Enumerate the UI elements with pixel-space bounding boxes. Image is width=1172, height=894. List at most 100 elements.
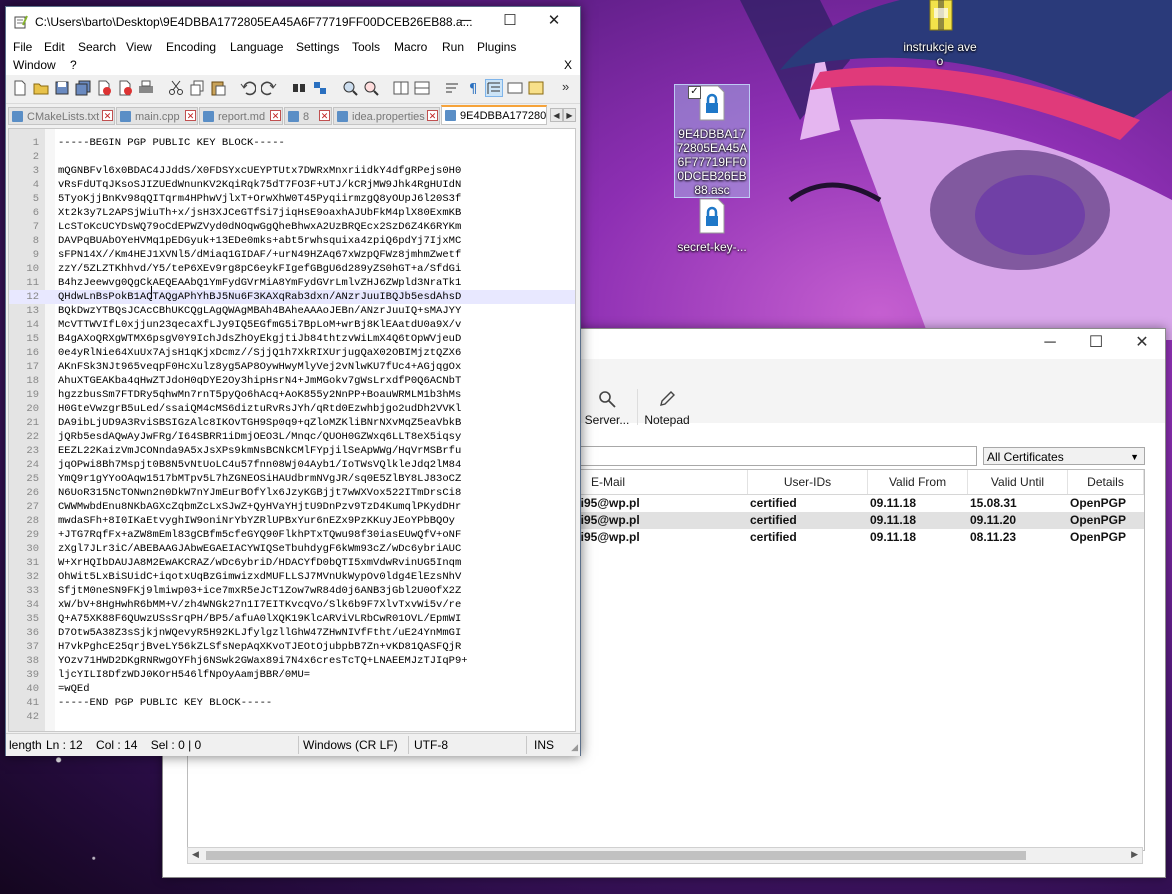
selection-checkbox[interactable]: ✓ xyxy=(688,86,701,99)
column-valid-until[interactable]: Valid Until xyxy=(968,470,1068,494)
editor-line[interactable]: 17 AKnFSk3NJt965veqpF0HcXulz8yg5AP8OywHwy… xyxy=(9,360,575,374)
menu-run[interactable]: Run xyxy=(442,40,464,54)
editor-line[interactable]: 3 mQGNBFvl6x0BDAC4JJddS/X0FDSYxcUEYPTUtx7… xyxy=(9,164,575,178)
menu-view[interactable]: View xyxy=(126,40,152,54)
tab-close-icon[interactable]: ✕ xyxy=(185,110,196,121)
scroll-left-icon[interactable]: ◀ xyxy=(192,849,199,860)
close-file-icon[interactable] xyxy=(96,80,112,96)
menu-file[interactable]: File xyxy=(13,40,32,54)
editor-line[interactable]: 23 EEZL22KaizVmJCONnda9A5xJsXPs9kmNsBCNkC… xyxy=(9,444,575,458)
word-wrap-icon[interactable] xyxy=(444,80,460,96)
menu-plugins[interactable]: Plugins xyxy=(477,40,516,54)
horizontal-scrollbar[interactable]: ◀ ▶ xyxy=(187,847,1143,864)
certificate-filter-select[interactable]: All Certificates ▼ xyxy=(983,447,1145,465)
copy-icon[interactable] xyxy=(189,80,205,96)
menu-settings[interactable]: Settings xyxy=(296,40,339,54)
editor-line[interactable]: 2 xyxy=(9,150,575,164)
redo-icon[interactable] xyxy=(261,80,277,96)
column-details[interactable]: Details xyxy=(1068,470,1144,494)
desktop-icon-secret-key[interactable]: secret-key-... xyxy=(672,198,752,254)
undo-icon[interactable] xyxy=(240,80,256,96)
editor-line[interactable]: 15 B4gAXoQRXgWTMX6psgV0Y9IchJdsZhOyEkgjti… xyxy=(9,332,575,346)
editor-line[interactable]: 21 DA9ibLjUD9A3RviSBSIGzAlc8IKOvTGH9Sp0q9… xyxy=(9,416,575,430)
scrollbar-thumb[interactable] xyxy=(206,851,1026,860)
maximize-button[interactable]: ☐ xyxy=(1073,329,1119,359)
editor-line[interactable]: 14 McVTTWVIfL0xjjun23qecaXfLJy9IQ5EGfmG5i… xyxy=(9,318,575,332)
editor-line[interactable]: 19 hgzzbusSm7FTDRy5qhwMn7rnT5pyQo6hAcq+Ao… xyxy=(9,388,575,402)
editor-line[interactable]: 16 0e4yRlNie64XuUx7AjsH1qKjxDcmz//SjjQ1h7… xyxy=(9,346,575,360)
menu-search[interactable]: Search xyxy=(78,40,116,54)
column-valid-from[interactable]: Valid From xyxy=(868,470,968,494)
cut-icon[interactable] xyxy=(168,80,184,96)
open-file-icon[interactable] xyxy=(33,80,49,96)
menu-encoding[interactable]: Encoding xyxy=(166,40,216,54)
editor-line[interactable]: 34 xW/bV+8HgHwhR6bMM+V/zh4WNGk27n1I7EITKv… xyxy=(9,598,575,612)
editor-line[interactable]: 1 -----BEGIN PGP PUBLIC KEY BLOCK----- xyxy=(9,136,575,150)
editor-line[interactable]: 20 H0GteVwzgrB5uLed/ssaiQM4cMS6diztuRvRsJ… xyxy=(9,402,575,416)
editor-line[interactable]: 37 H7vkPghcE25qrjBveLY56kZLSfsNepAqXKvoTJ… xyxy=(9,640,575,654)
editor-line[interactable]: 25 YmQ9r1gYYoOAqw1517bMTpv5L7hZGNEOSiHAUd… xyxy=(9,472,575,486)
replace-icon[interactable] xyxy=(312,80,328,96)
close-all-icon[interactable] xyxy=(117,80,133,96)
tab-scroll-left-icon[interactable]: ◀ xyxy=(550,108,563,122)
editor-line[interactable]: 5 5TyoKjjBnKv98qQITqrm4HPhwVjlxT+OrwXhW0T… xyxy=(9,192,575,206)
notepad-button[interactable]: Notepad xyxy=(643,387,691,447)
editor-line[interactable]: 22 jQRb5esdAQwAyJwFRg/I64SBRR1iDmjOEO3L/M… xyxy=(9,430,575,444)
tab-close-icon[interactable]: ✕ xyxy=(102,110,113,121)
minimize-button[interactable]: ─ xyxy=(444,7,488,37)
menu-macro[interactable]: Macro xyxy=(394,40,427,54)
editor-line[interactable]: 8 DAVPqBUAbOYeHVMq1pEDGyuk+13EDe0mks+abt5… xyxy=(9,234,575,248)
maximize-button[interactable]: ☐ xyxy=(488,7,532,37)
tab-close-icon[interactable]: ✕ xyxy=(427,110,438,121)
editor-line[interactable]: 24 jqOPwi8Bh7Mspjt0B8N5vNtUoLC4u57fnn08Wj… xyxy=(9,458,575,472)
close-button[interactable]: ✕ xyxy=(532,7,576,37)
tab-scroll-right-icon[interactable]: ▶ xyxy=(563,108,576,122)
menu-edit[interactable]: Edit xyxy=(44,40,65,54)
text-editor[interactable]: 1 -----BEGIN PGP PUBLIC KEY BLOCK----- 2 3 m… xyxy=(8,128,576,732)
zoom-in-icon[interactable] xyxy=(342,80,358,96)
menu-help[interactable]: ? xyxy=(70,58,77,72)
tab-8[interactable]: 8 ✕ xyxy=(284,107,332,125)
indent-guide-icon[interactable] xyxy=(485,79,503,97)
desktop-icon-asc-file[interactable]: 9E4DBBA1772805EA45A6F77719FF00DCEB26EB88… xyxy=(674,84,750,198)
editor-line[interactable]: 33 SfjtM0neSN9FKj9lmiwp03+ice7mxR5eJcT1Zo… xyxy=(9,584,575,598)
print-icon[interactable] xyxy=(138,80,154,96)
show-all-chars-icon[interactable]: ¶ xyxy=(465,80,481,96)
editor-line[interactable]: 38 YOzv71HWD2DKgRNRwgOYFhj6NSwk2GWax89i7N… xyxy=(9,654,575,668)
editor-line[interactable]: 4 vRsFdUTqJKsoSJIZUEdWnunKV2KqiRqk75dT7FO… xyxy=(9,178,575,192)
new-file-icon[interactable] xyxy=(12,80,28,96)
sync-vertical-icon[interactable] xyxy=(393,80,409,96)
zoom-out-icon[interactable] xyxy=(363,80,379,96)
user-defined-lang-icon[interactable] xyxy=(507,80,523,96)
save-all-icon[interactable] xyxy=(75,80,91,96)
menu-tools[interactable]: Tools xyxy=(352,40,380,54)
tab-close-icon[interactable]: ✕ xyxy=(319,110,330,121)
editor-line[interactable]: 42 xyxy=(9,710,575,724)
menu-close-doc[interactable]: X xyxy=(564,58,572,72)
notepadpp-titlebar[interactable]: C:\Users\barto\Desktop\9E4DBBA1772805EA4… xyxy=(6,7,580,37)
close-button[interactable]: ✕ xyxy=(1119,329,1165,359)
toolbar-overflow-icon[interactable]: » xyxy=(562,79,569,94)
tab-report-md[interactable]: report.md ✕ xyxy=(199,107,283,125)
scroll-right-icon[interactable]: ▶ xyxy=(1131,849,1138,860)
resize-grip-icon[interactable]: ◢ xyxy=(571,742,578,753)
editor-line[interactable]: 6 Xt2k3y7L2APSjWiuTh+x/jsH3XJCeGTfSi7jiqH… xyxy=(9,206,575,220)
editor-line[interactable]: 18 AhuXTGEAKba4qHwZTJdoH0qDYE2Oy3hipHsrN4… xyxy=(9,374,575,388)
tab-idea-properties[interactable]: idea.properties ✕ xyxy=(333,107,440,125)
tab-main-cpp[interactable]: main.cpp ✕ xyxy=(116,107,198,125)
editor-line[interactable]: 13 BQkDwzYTBQsJCAcCBhUKCQgLAgQWAgMBAh4BAh… xyxy=(9,304,575,318)
minimize-button[interactable]: ─ xyxy=(1027,329,1073,359)
tab-cmakelists[interactable]: CMakeLists.txt ✕ xyxy=(8,107,115,125)
editor-line[interactable]: 11 B4hzJeewvg0QgCkAEQEAAbQ1YmFydGVrMiA8Ym… xyxy=(9,276,575,290)
editor-line[interactable]: 31 W+XrHQIbDAUJA8M2EwAKCRAZ/wDc6ybriD/HDA… xyxy=(9,556,575,570)
tab-asc-file[interactable]: 9E4DBBA177280 xyxy=(441,105,547,125)
tab-close-icon[interactable]: ✕ xyxy=(270,110,281,121)
save-icon[interactable] xyxy=(54,80,70,96)
lookup-server-button[interactable]: Server... xyxy=(581,387,633,447)
editor-line[interactable]: 35 Q+A75XK88F6QUwzUSsSrqPH/BP5/afuA0lXQK1… xyxy=(9,612,575,626)
editor-line[interactable]: 26 N6UoR315NcTONwn2n0DkW7nYJmEurBOfYlx6Jz… xyxy=(9,486,575,500)
menu-language[interactable]: Language xyxy=(230,40,283,54)
editor-line[interactable]: 40 =wQEd xyxy=(9,682,575,696)
editor-line[interactable]: 7 LcSToKcUCYDsWQ79oCdEPWZVyd0dNOqwGgQheBh… xyxy=(9,220,575,234)
editor-line[interactable]: 41 -----END PGP PUBLIC KEY BLOCK----- xyxy=(9,696,575,710)
